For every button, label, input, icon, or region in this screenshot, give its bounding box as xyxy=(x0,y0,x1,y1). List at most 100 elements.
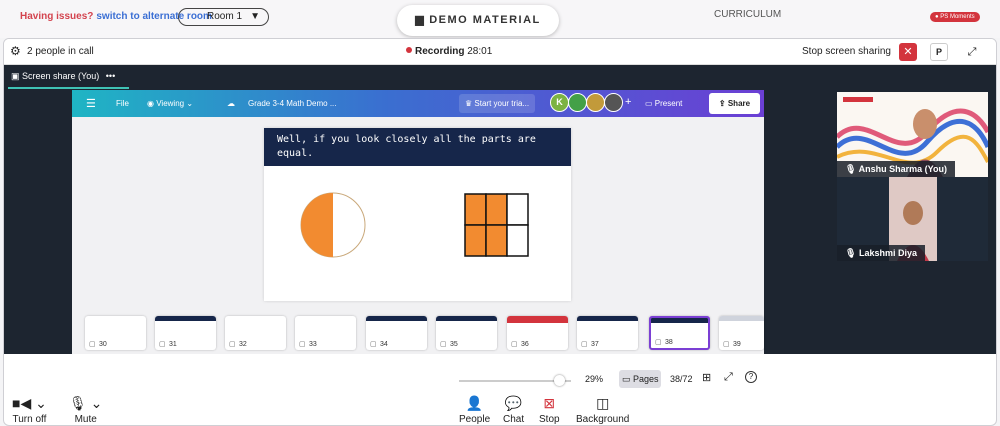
comment-icon: ▢ xyxy=(89,341,96,348)
avatar[interactable] xyxy=(586,93,605,112)
slide-thumbnail[interactable]: ▢ 33 xyxy=(295,316,356,350)
screen-share-tab-label: Screen share (You) xyxy=(22,71,100,81)
caret-down-icon: ▼ xyxy=(250,11,260,22)
background-icon: ◫ xyxy=(596,395,610,411)
slide-thumbnail[interactable]: ▢ 31 xyxy=(155,316,216,350)
fraction-illustration xyxy=(300,192,529,258)
file-menu[interactable]: File xyxy=(116,99,129,108)
eye-icon: ◉ xyxy=(147,99,154,108)
current-slide: Well, if you look closely all the parts … xyxy=(264,128,571,301)
help-icon[interactable]: ? xyxy=(745,371,757,383)
chat-button[interactable]: 💬 Chat xyxy=(503,395,524,425)
stop-share-icon: ⊠ xyxy=(543,395,556,411)
slide-thumbnail[interactable]: ▢ 30 xyxy=(85,316,146,350)
menu-icon[interactable]: ☰ xyxy=(86,97,96,110)
viewing-label: Viewing xyxy=(156,99,185,108)
slide-thumbnail[interactable]: ▢ 34 xyxy=(366,316,427,350)
recording-time: 28:01 xyxy=(467,46,493,57)
screen-share-tab[interactable]: ▣ Screen share (You) ••• xyxy=(11,71,115,82)
chat-bubble-icon: 💬 xyxy=(504,395,523,411)
mic-icon: 🎙 xyxy=(845,164,857,174)
slide-thumbnail-current[interactable]: ▢ 38 xyxy=(649,316,710,350)
share-button[interactable]: ⇪ Share xyxy=(709,93,760,114)
camera-icon: ● xyxy=(935,14,939,20)
zoom-level: 29% xyxy=(585,374,604,384)
page-number: 38/72 xyxy=(670,374,693,384)
people-count: 2 people in call xyxy=(27,46,94,57)
viewing-dropdown[interactable]: ◉ Viewing ⌄ xyxy=(147,99,193,108)
tab-underline xyxy=(8,87,129,89)
comment-icon: ▢ xyxy=(511,341,518,348)
start-trial-button[interactable]: ♛ Start your tria... xyxy=(459,94,536,113)
avatar[interactable] xyxy=(604,93,623,112)
canva-toolbar: ☰ File ◉ Viewing ⌄ ☁ Grade 3-4 Math Demo… xyxy=(72,90,764,117)
zoom-slider-handle[interactable] xyxy=(554,375,565,386)
recording-indicator: Recording 28:01 xyxy=(406,46,492,57)
shared-canva-window: ☰ File ◉ Viewing ⌄ ☁ Grade 3-4 Math Demo… xyxy=(72,90,764,388)
people-button[interactable]: 👤 People xyxy=(459,395,490,425)
curriculum-link[interactable]: CURRICULUM xyxy=(714,9,781,20)
gear-icon[interactable]: ⚙ xyxy=(10,44,21,58)
comment-icon: ▢ xyxy=(655,339,662,346)
video-tile-self: 🎙 Anshu Sharma (You) xyxy=(837,92,988,177)
participant-name: 🎙 Lakshmi Diya xyxy=(837,245,925,261)
camera-icon: ■◀ ⌄ xyxy=(12,395,47,411)
microphone-icon: 🎙 ⌄ xyxy=(69,395,103,411)
screen-share-area: ▣ Screen share (You) ••• ☰ File ◉ Viewin… xyxy=(4,65,996,388)
grid-view-icon[interactable]: ⊞ xyxy=(702,371,711,384)
start-trial-label: Start your tria... xyxy=(474,99,530,108)
half-circle-figure xyxy=(300,192,366,258)
p-button[interactable]: P xyxy=(930,43,948,61)
folder-icon: ▆ xyxy=(415,14,426,26)
call-header: ⚙ 2 people in call Recording 28:01 Stop … xyxy=(4,39,996,65)
comment-icon: ▢ xyxy=(440,341,447,348)
recording-label: Recording xyxy=(415,46,465,57)
record-dot-icon xyxy=(406,47,412,53)
screen-share-icon: ▣ xyxy=(11,71,20,81)
call-window: ⚙ 2 people in call Recording 28:01 Stop … xyxy=(3,38,997,426)
pages-label: Pages xyxy=(633,374,659,384)
background-button[interactable]: ◫ Background xyxy=(576,395,629,425)
present-icon: ▭ xyxy=(645,99,653,108)
expand-icon[interactable]: ⤢ xyxy=(963,43,981,61)
stop-share-button[interactable]: ⊠ Stop xyxy=(539,395,560,425)
turn-off-camera-button[interactable]: ■◀ ⌄ Turn off xyxy=(12,395,47,425)
comment-icon: ▢ xyxy=(159,341,166,348)
person-icon: 👤 xyxy=(465,395,484,411)
issue-prefix: Having issues? xyxy=(20,11,94,22)
slide-caption: Well, if you look closely all the parts … xyxy=(264,128,571,166)
video-tile-participant: 🎙 Lakshmi Diya xyxy=(837,177,988,261)
ps-moments-badge[interactable]: ● PS Moments xyxy=(930,12,980,22)
slide-thumbnail[interactable]: ▢ 32 xyxy=(225,316,286,350)
participant-name-self: 🎙 Anshu Sharma (You) xyxy=(837,161,955,177)
pages-icon: ▭ xyxy=(622,374,631,384)
present-button[interactable]: ▭ Present xyxy=(639,94,688,113)
share-icon: ⇪ xyxy=(718,99,726,108)
comment-icon: ▢ xyxy=(370,341,377,348)
room-select-value: Room 1 xyxy=(207,11,243,22)
add-collaborator-icon[interactable]: + xyxy=(625,96,631,108)
room-select[interactable]: Room 1 ▼ xyxy=(178,8,269,26)
share-label: Share xyxy=(727,99,751,108)
mute-button[interactable]: 🎙 ⌄ Mute xyxy=(69,395,102,425)
comment-icon: ▢ xyxy=(299,341,306,348)
demo-material-button[interactable]: ▆ DEMO MATERIAL xyxy=(397,5,559,36)
pages-button[interactable]: ▭ Pages xyxy=(619,370,661,388)
slide-thumbnail[interactable]: ▢ 36 xyxy=(507,316,568,350)
slide-thumbnail[interactable]: ▢ 35 xyxy=(436,316,497,350)
fullscreen-icon[interactable]: ⤢ xyxy=(724,371,733,384)
avatar[interactable] xyxy=(568,93,587,112)
cloud-icon: ☁ xyxy=(227,99,235,108)
avatar-k[interactable]: K xyxy=(550,93,569,112)
stop-screen-sharing-label: Stop screen sharing xyxy=(802,46,891,57)
more-icon[interactable]: ••• xyxy=(106,71,115,81)
slide-thumbnail[interactable]: ▢ 39 xyxy=(719,316,764,350)
grid-fraction-figure xyxy=(464,193,529,257)
ps-moments-label: PS Moments xyxy=(940,14,975,20)
top-bar: Having issues? switch to alternate room R… xyxy=(0,0,1000,38)
stop-screen-sharing-button[interactable]: ✕ xyxy=(899,43,917,61)
slide-thumbnail[interactable]: ▢ 37 xyxy=(577,316,638,350)
crown-icon: ♛ xyxy=(465,99,473,108)
comment-icon: ▢ xyxy=(229,341,236,348)
doc-title[interactable]: Grade 3-4 Math Demo ... xyxy=(248,99,336,108)
